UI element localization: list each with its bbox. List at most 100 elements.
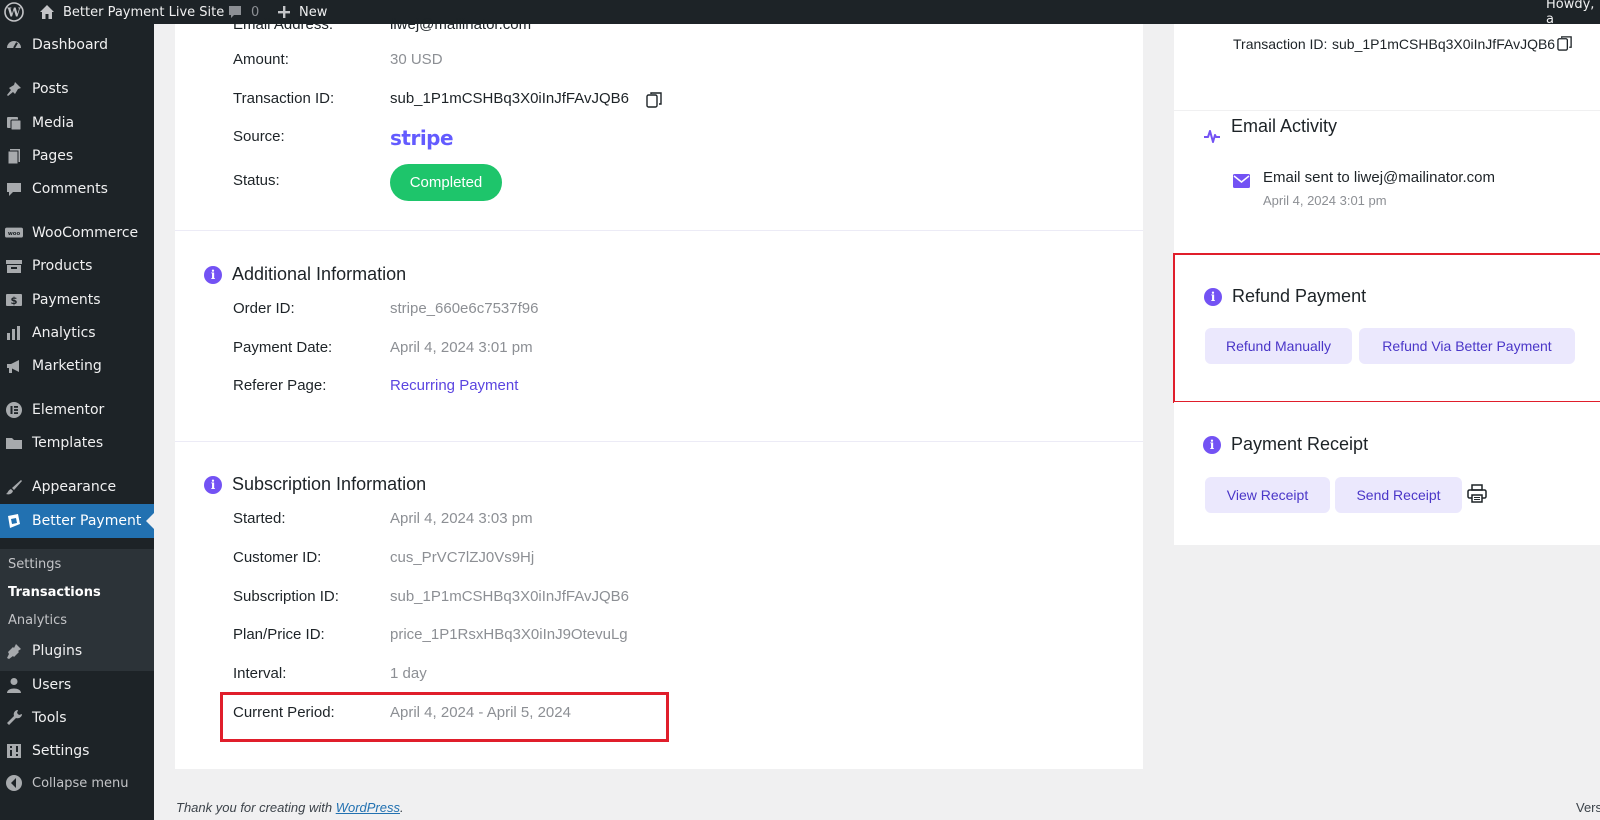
customer-id-value: cus_PrVC7lZJ0Vs9Hj — [390, 549, 535, 566]
summary-transaction-label: Transaction ID: — [1233, 36, 1328, 52]
interval-value: 1 day — [390, 665, 427, 682]
started-label: Started: — [233, 510, 286, 527]
sidebar-item-elementor[interactable]: Elementor — [0, 393, 154, 427]
brush-icon — [5, 478, 23, 496]
svg-text:$: $ — [11, 296, 18, 307]
dollar-icon: $ — [5, 291, 23, 309]
sidebar-item-users[interactable]: Users — [0, 668, 154, 702]
referer-label: Referer Page: — [233, 377, 327, 394]
interval-label: Interval: — [233, 665, 287, 682]
home-icon — [40, 5, 54, 19]
wordpress-logo-icon[interactable]: W — [4, 0, 24, 24]
started-value: April 4, 2024 3:03 pm — [390, 510, 533, 527]
submenu-transactions[interactable]: Transactions — [8, 585, 101, 600]
submenu-settings[interactable]: Settings — [8, 557, 61, 572]
email-value: liwej@mailinator.com — [390, 16, 532, 33]
mail-icon — [1233, 173, 1250, 192]
svg-text:woo: woo — [8, 231, 21, 237]
transaction-summary-card: Transaction ID: sub_1P1mCSHBq3X0iInJfFAv… — [1174, 24, 1600, 110]
order-id-value: stripe_660e6c7537f96 — [390, 300, 539, 317]
payment-date-label: Payment Date: — [233, 339, 333, 356]
sidebar-item-templates[interactable]: Templates — [0, 426, 154, 460]
sidebar-item-products[interactable]: Products — [0, 249, 154, 283]
subscription-id-label: Subscription ID: — [233, 588, 339, 605]
copy-icon[interactable] — [646, 91, 663, 112]
email-label: Email Address: — [233, 16, 334, 33]
dashboard-icon — [5, 36, 23, 54]
howdy-text: Howdy, a — [1546, 0, 1595, 27]
activity-pulse-icon — [1203, 127, 1221, 149]
refund-payment-highlight — [1173, 253, 1600, 403]
sidebar-item-settings[interactable]: Settings — [0, 734, 154, 768]
payment-details-card: Email Address: liwej@mailinator.com Amou… — [175, 16, 1143, 230]
sidebar-item-appearance[interactable]: Appearance — [0, 470, 154, 504]
svg-text:W: W — [6, 6, 21, 20]
submenu-analytics[interactable]: Analytics — [8, 613, 67, 628]
admin-sidebar: Dashboard Posts Media Pages Comments woo… — [0, 24, 154, 820]
wordpress-link[interactable]: WordPress — [336, 800, 400, 815]
email-sent-date: April 4, 2024 3:01 pm — [1263, 193, 1387, 208]
payment-date-value: April 4, 2024 3:01 pm — [390, 339, 533, 356]
customer-id-label: Customer ID: — [233, 549, 322, 566]
site-home-link[interactable]: Better Payment Live Site — [38, 0, 224, 24]
print-icon[interactable] — [1467, 484, 1487, 508]
info-icon: i — [1203, 436, 1221, 454]
pin-icon — [5, 80, 23, 98]
view-receipt-button[interactable]: View Receipt — [1205, 477, 1330, 513]
bar-chart-icon — [5, 324, 23, 342]
collapse-menu-button[interactable]: Collapse menu — [0, 766, 154, 800]
amount-value: 30 USD — [390, 51, 443, 68]
order-id-label: Order ID: — [233, 300, 295, 317]
amount-label: Amount: — [233, 51, 289, 68]
current-period-highlight — [220, 692, 669, 742]
collapse-icon — [5, 774, 23, 792]
archive-icon — [5, 257, 23, 275]
info-icon: i — [204, 266, 222, 284]
payment-receipt-title: Payment Receipt — [1231, 434, 1369, 454]
user-icon — [5, 676, 23, 694]
elementor-icon — [5, 401, 23, 419]
subscription-id-value: sub_1P1mCSHBq3X0iInJfFAvJQB6 — [390, 588, 630, 605]
sidebar-item-better-payment[interactable]: Better Payment — [0, 504, 154, 538]
pages-icon — [5, 147, 23, 165]
plan-id-value: price_1P1RsxHBq3X0iInJ9OtevuLg — [390, 626, 628, 643]
sidebar-item-plugins[interactable]: Plugins — [0, 634, 154, 668]
email-sent-text: Email sent to liwej@mailinator.com — [1263, 169, 1495, 186]
site-name: Better Payment Live Site — [63, 4, 225, 20]
sidebar-item-woocommerce[interactable]: woo WooCommerce — [0, 216, 154, 250]
send-receipt-button[interactable]: Send Receipt — [1335, 477, 1462, 513]
email-activity-title: Email Activity — [1231, 116, 1338, 136]
transaction-id-label: Transaction ID: — [233, 90, 335, 107]
info-icon: i — [204, 476, 222, 494]
additional-info-title: Additional Information — [232, 264, 407, 284]
sidebar-item-pages[interactable]: Pages — [0, 139, 154, 173]
version-text: Vers — [1576, 800, 1600, 815]
status-badge: Completed — [390, 164, 502, 201]
settings-icon — [5, 742, 23, 760]
sidebar-item-comments[interactable]: Comments — [0, 172, 154, 206]
howdy-account[interactable]: Howdy, a — [1546, 0, 1600, 27]
transaction-id-value: sub_1P1mCSHBq3X0iInJfFAvJQB6 — [390, 90, 630, 107]
stripe-logo: stripe — [390, 126, 454, 150]
plan-id-label: Plan/Price ID: — [233, 626, 325, 643]
sidebar-item-dashboard[interactable]: Dashboard — [0, 28, 154, 62]
summary-transaction-value: sub_1P1mCSHBq3X0iInJfFAvJQB6 — [1332, 36, 1556, 52]
media-icon — [5, 114, 23, 132]
sidebar-item-posts[interactable]: Posts — [0, 72, 154, 106]
copy-icon[interactable] — [1557, 35, 1573, 55]
subscription-info-title: Subscription Information — [232, 474, 427, 494]
sidebar-item-marketing[interactable]: Marketing — [0, 349, 154, 383]
sidebar-item-payments[interactable]: $ Payments — [0, 283, 154, 317]
better-payment-icon — [5, 512, 23, 530]
sidebar-item-media[interactable]: Media — [0, 106, 154, 140]
wrench-icon — [5, 709, 23, 727]
woo-icon: woo — [5, 224, 23, 242]
comment-icon — [5, 180, 23, 198]
source-label: Source: — [233, 128, 285, 145]
referer-link[interactable]: Recurring Payment — [390, 377, 518, 394]
sidebar-item-tools[interactable]: Tools — [0, 701, 154, 735]
megaphone-icon — [5, 357, 23, 375]
sidebar-item-analytics[interactable]: Analytics — [0, 316, 154, 350]
additional-info-card: i Additional Information Order ID: strip… — [175, 231, 1143, 441]
email-activity-card: Email Activity Email sent to liwej@maili… — [1174, 111, 1600, 254]
